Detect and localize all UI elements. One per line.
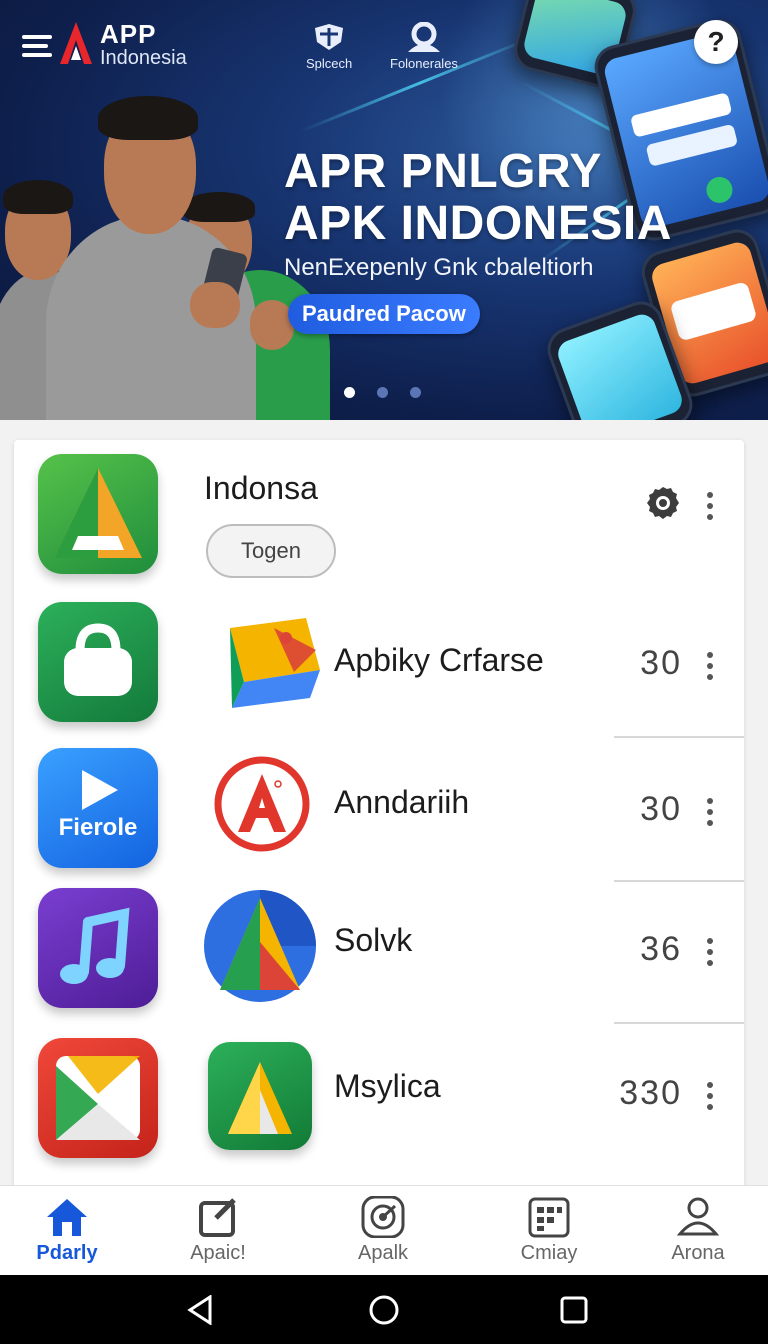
hero-banner[interactable]: APP Indonesia Splcech Folonerales ? APR … <box>0 0 768 420</box>
logo-title: APP <box>100 18 157 49</box>
nav-item-folonerales[interactable]: Folonerales <box>390 22 458 71</box>
crest-icon <box>315 24 344 50</box>
envelope-icon <box>56 1056 140 1140</box>
calendar-icon <box>528 1197 570 1238</box>
app-list: Indonsa Togen Apbiky Crfarse 30 Fierole … <box>14 440 744 1190</box>
app-name: Apbiky Crfarse <box>334 642 544 678</box>
app-name: Indonsa <box>204 470 318 506</box>
triangle-logo-icon <box>228 1062 292 1134</box>
nav-tab-apalk[interactable]: Apalk <box>318 1186 448 1276</box>
person-hair <box>98 96 198 140</box>
app-icon <box>38 454 158 574</box>
app-icon <box>38 888 158 1008</box>
target-icon <box>361 1196 405 1238</box>
app-name: Anndariih <box>334 784 470 820</box>
app-screen: APP Indonesia Splcech Folonerales ? APR … <box>0 0 768 1344</box>
nav-tab-label: Apaic! <box>190 1242 246 1264</box>
lock-icon <box>64 623 132 696</box>
system-navigation-bar <box>0 1275 768 1344</box>
nav-tab-cmiay[interactable]: Cmiay <box>484 1186 614 1276</box>
app-icon <box>38 602 158 722</box>
logo-subtitle: Indonesia <box>100 46 187 69</box>
carousel-dot[interactable] <box>377 387 388 398</box>
app-icon <box>38 1038 158 1158</box>
app-name: Solvk <box>334 922 413 958</box>
app-count: 30 <box>640 644 682 682</box>
banner-subtitle: NenExepenly Gnk cbaleltiorh <box>284 254 594 281</box>
app-count: 36 <box>640 930 682 968</box>
app-icon: Fierole <box>38 748 158 868</box>
home-icon <box>47 1199 87 1236</box>
recents-icon[interactable] <box>560 1296 588 1324</box>
logo-mark-icon <box>60 22 92 64</box>
edit-icon <box>199 1198 236 1237</box>
nav-tab-arona[interactable]: Arona <box>633 1186 763 1276</box>
home-circle-icon[interactable] <box>368 1294 400 1326</box>
menu-lines-icon <box>22 35 52 57</box>
profile-icon <box>676 1197 720 1236</box>
nav-tab-apaic[interactable]: Apaic! <box>153 1186 283 1276</box>
browser-app-icon <box>204 890 316 1002</box>
app-name: Msylica <box>334 1068 441 1104</box>
nav-item-label: Folonerales <box>390 56 458 71</box>
more-options-icon[interactable] <box>705 652 715 680</box>
bottom-navigation: Pdarly Apaic! Apalk Cmiay Arona <box>0 1185 768 1275</box>
nav-tab-label: Arona <box>671 1242 725 1264</box>
a-circle-app-icon <box>214 756 310 852</box>
banner-title-line-2: APK INDONESIA <box>284 197 672 250</box>
music-note-icon <box>60 907 130 984</box>
app-count: 30 <box>640 790 682 828</box>
more-options-icon[interactable] <box>705 1082 715 1110</box>
nav-item-splcech[interactable]: Splcech <box>306 22 352 71</box>
carousel-indicator[interactable] <box>344 387 421 398</box>
hand <box>190 282 240 328</box>
toggle-button[interactable]: Togen <box>206 524 336 578</box>
banner-title-line-1: APR PNLGRY <box>284 145 602 198</box>
map-pin-app-icon <box>230 618 320 708</box>
play-icon <box>82 770 118 810</box>
more-options-icon[interactable] <box>705 938 715 966</box>
more-options-icon[interactable] <box>705 798 715 826</box>
nav-tab-label: Pdarly <box>36 1242 98 1264</box>
app-icon <box>208 1042 312 1150</box>
help-button[interactable]: ? <box>694 20 738 64</box>
nav-item-label: Splcech <box>306 56 353 71</box>
nav-tab-pdarly[interactable]: Pdarly <box>2 1186 132 1276</box>
person-hair <box>3 180 73 214</box>
banner-title: APR PNLGRY APK INDONESIA <box>284 146 672 250</box>
app-count: 330 <box>619 1074 682 1112</box>
back-icon[interactable] <box>186 1295 214 1325</box>
hand <box>250 300 294 350</box>
carousel-dot[interactable] <box>410 387 421 398</box>
list-item[interactable]: Apbiky Crfarse 30 <box>14 590 744 738</box>
app-icon-label: Fierole <box>58 814 138 841</box>
list-item[interactable]: Fierole Anndariih 30 <box>14 738 744 882</box>
person-hair <box>183 192 255 222</box>
triangle-logo-icon <box>54 468 142 558</box>
list-item[interactable]: Solvk 36 <box>14 882 744 1024</box>
banner-cta-button[interactable]: Paudred Pacow <box>288 294 480 334</box>
app-logo[interactable]: APP Indonesia <box>22 20 187 68</box>
more-options-icon[interactable] <box>705 492 715 520</box>
list-item[interactable]: Indonsa Togen <box>14 440 744 590</box>
list-item[interactable]: Msylica 330 <box>14 1024 744 1190</box>
carousel-dot[interactable] <box>344 387 355 398</box>
settings-icon[interactable] <box>646 486 680 520</box>
nav-tab-label: Cmiay <box>520 1242 578 1264</box>
nav-tab-label: Apalk <box>357 1242 409 1264</box>
user-icon <box>407 22 440 52</box>
